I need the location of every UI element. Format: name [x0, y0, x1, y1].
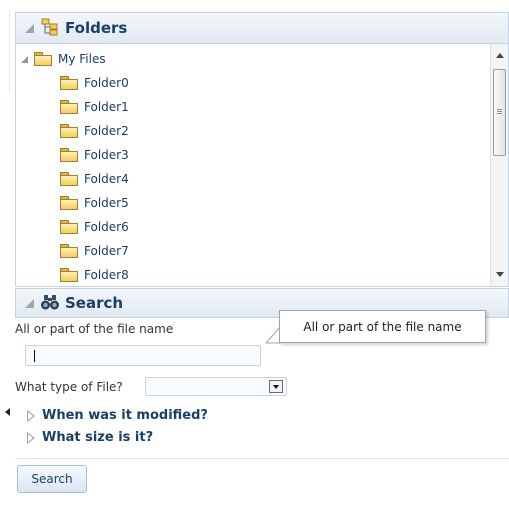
- tree-item-label: Folder0: [84, 76, 129, 90]
- folder-icon: [60, 220, 78, 234]
- folder-icon: [60, 244, 78, 258]
- folder-icon: [60, 196, 78, 210]
- folder-icon: [60, 76, 78, 90]
- file-type-select[interactable]: [145, 377, 287, 396]
- tree-item-folder2[interactable]: Folder2: [60, 121, 129, 141]
- tree-item-label: My Files: [58, 52, 106, 66]
- scroll-up-icon[interactable]: [496, 53, 504, 58]
- dropdown-arrow-icon[interactable]: [269, 380, 283, 393]
- scroll-down-icon[interactable]: [496, 272, 504, 277]
- tree-item-my-files[interactable]: My Files: [21, 49, 106, 69]
- tree-item-folder7[interactable]: Folder7: [60, 241, 129, 261]
- binoculars-icon: [40, 293, 60, 314]
- tree-item-folder8[interactable]: Folder8: [60, 265, 129, 285]
- tree-item-label: Folder2: [84, 124, 129, 138]
- size-label: What size is it?: [42, 430, 154, 445]
- tree-item-label: Folder8: [84, 268, 129, 282]
- folder-icon: [60, 124, 78, 138]
- search-button[interactable]: Search: [17, 465, 87, 493]
- tree-item-folder5[interactable]: Folder5: [60, 193, 129, 213]
- tree-item-folder1[interactable]: Folder1: [60, 97, 129, 117]
- tree-item-label: Folder5: [84, 196, 129, 210]
- tree-scrollbar[interactable]: [490, 44, 508, 286]
- folder-icon: [34, 52, 52, 66]
- scroll-thumb[interactable]: [493, 69, 506, 156]
- expand-icon[interactable]: [21, 55, 28, 63]
- text-caret: [34, 350, 35, 362]
- file-name-label: All or part of the file name: [15, 322, 174, 336]
- left-edge-line: [9, 10, 10, 90]
- tree-item-folder3[interactable]: Folder3: [60, 145, 129, 165]
- collapse-icon[interactable]: [25, 23, 34, 33]
- tree-item-label: Folder3: [84, 148, 129, 162]
- tree-item-label: Folder1: [84, 100, 129, 114]
- tree-item-folder0[interactable]: Folder0: [60, 73, 129, 93]
- search-title: Search: [65, 294, 124, 312]
- collapse-icon[interactable]: [25, 298, 34, 308]
- size-disclosure[interactable]: What size is it?: [27, 430, 153, 445]
- folders-title: Folders: [65, 19, 128, 37]
- disclosure-triangle-icon[interactable]: [27, 409, 35, 422]
- folder-icon: [60, 100, 78, 114]
- tree-item-folder4[interactable]: Folder4: [60, 169, 129, 189]
- folder-icon: [60, 148, 78, 162]
- tree-item-label: Folder7: [84, 244, 129, 258]
- folder-icon: [60, 172, 78, 186]
- folder-tree-icon: [40, 17, 60, 40]
- file-name-input[interactable]: [25, 345, 261, 366]
- folder-icon: [60, 268, 78, 282]
- modified-disclosure[interactable]: When was it modified?: [27, 408, 208, 423]
- folder-tree: My Files Folder0 Folder1 Folder2 Folder3…: [15, 44, 509, 287]
- file-type-label: What type of File?: [15, 380, 123, 394]
- collapse-sidebar-icon[interactable]: [5, 402, 11, 422]
- divider: [15, 458, 509, 459]
- modified-label: When was it modified?: [42, 408, 208, 423]
- tree-item-label: Folder4: [84, 172, 129, 186]
- tree-item-label: Folder6: [84, 220, 129, 234]
- tree-item-folder6[interactable]: Folder6: [60, 217, 129, 237]
- tooltip: All or part of the file name: [279, 310, 486, 343]
- disclosure-triangle-icon[interactable]: [27, 431, 35, 444]
- folders-panel-header[interactable]: Folders: [15, 12, 509, 44]
